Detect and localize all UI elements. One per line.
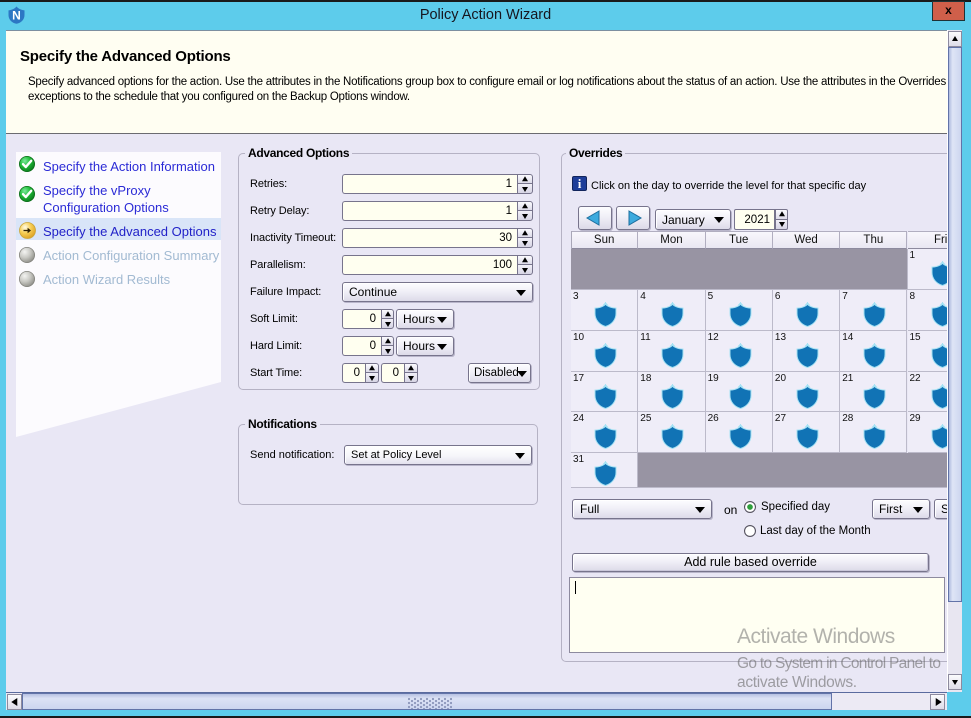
svg-text:N: N: [12, 9, 21, 23]
